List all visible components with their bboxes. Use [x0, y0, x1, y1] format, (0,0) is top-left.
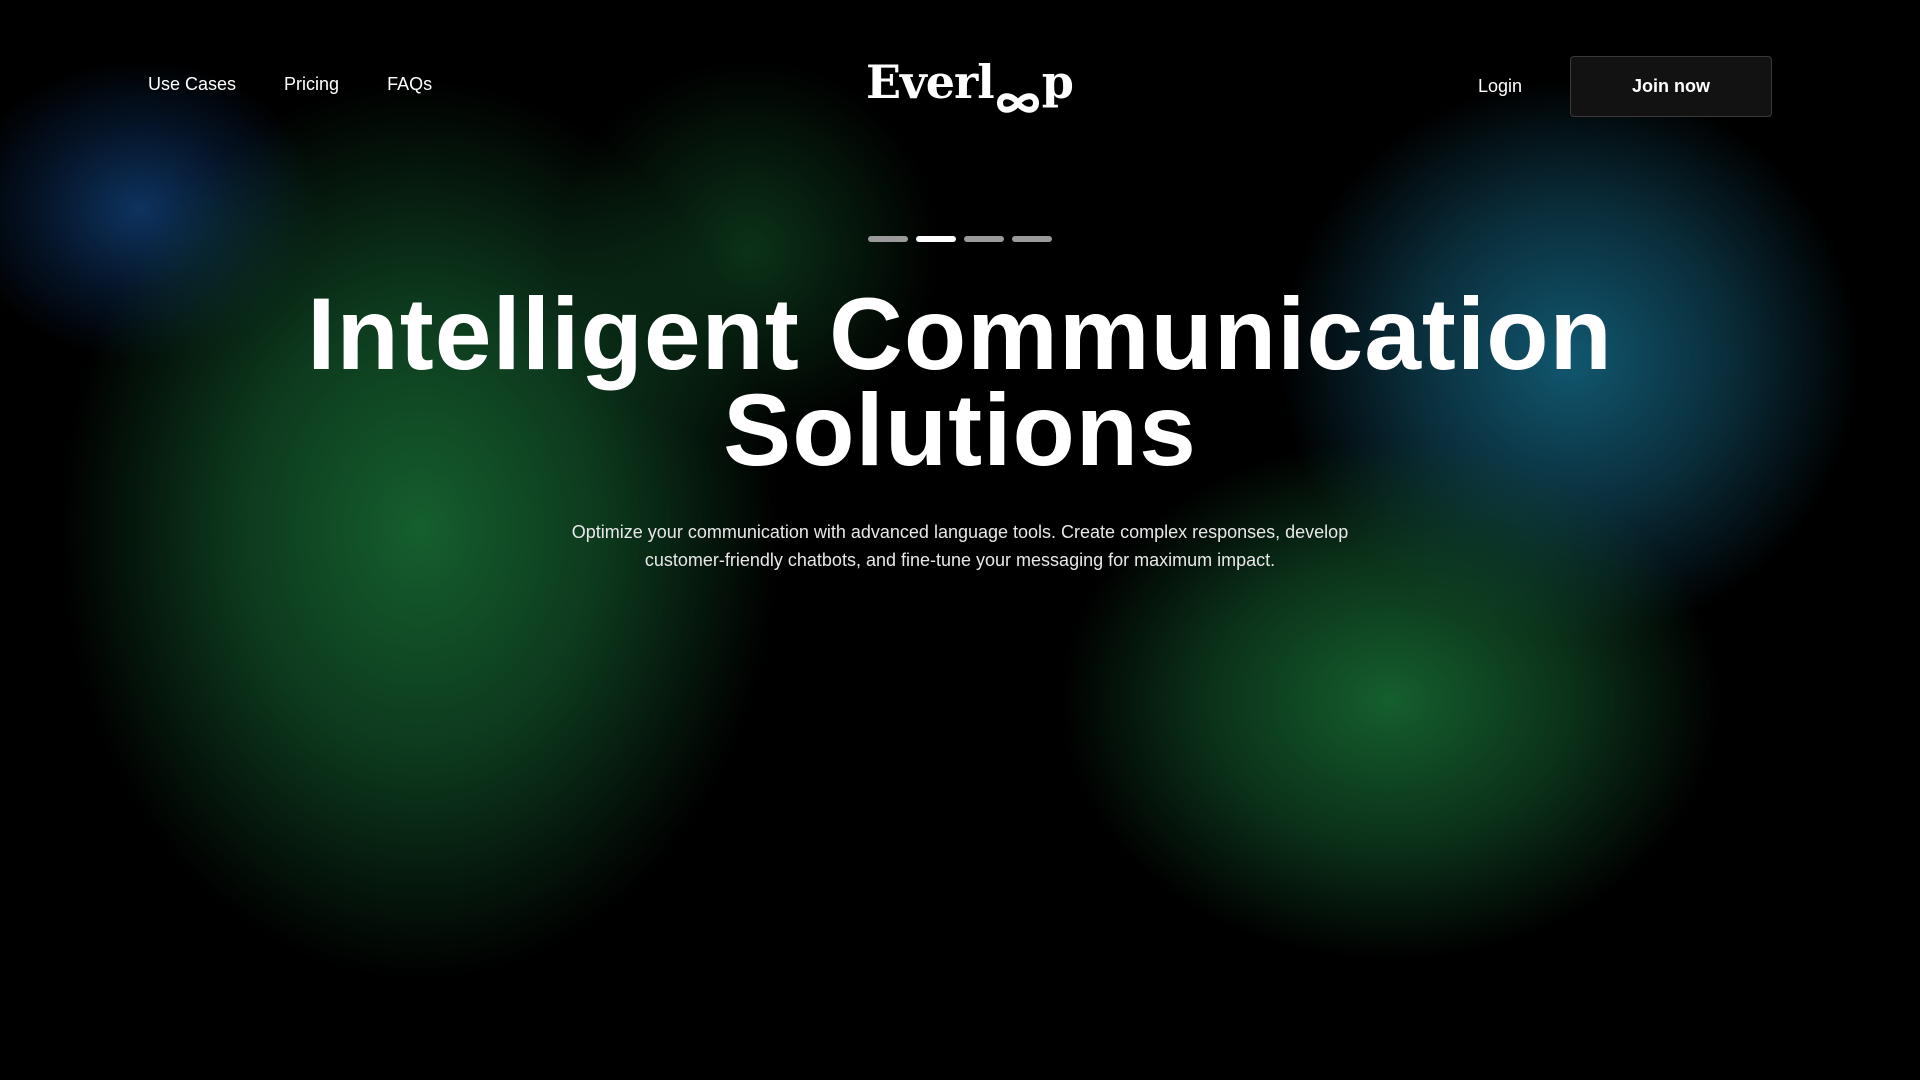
primary-nav: Use Cases Pricing FAQs	[148, 74, 432, 95]
slide-dot-4[interactable]	[1012, 236, 1052, 242]
slide-indicator	[0, 236, 1920, 242]
hero-subtitle: Optimize your communication with advance…	[571, 522, 1349, 570]
brand-logo[interactable]: Everl p	[866, 52, 1074, 113]
slide-dot-1[interactable]	[868, 236, 908, 242]
nav-link-faqs[interactable]: FAQs	[387, 74, 432, 95]
slide-dot-3[interactable]	[964, 236, 1004, 242]
login-link[interactable]: Login	[1478, 76, 1522, 97]
brand-name-start: Everl	[866, 55, 995, 109]
slide-dot-2[interactable]	[916, 236, 956, 242]
join-now-button[interactable]: Join now	[1570, 56, 1772, 117]
nav-link-pricing[interactable]: Pricing	[284, 74, 339, 95]
site-header: Use Cases Pricing FAQs Everl p Login Joi…	[0, 0, 1920, 172]
infinity-icon	[996, 73, 1040, 113]
hero-title-line-2: Solutions	[723, 373, 1197, 487]
nav-link-use-cases[interactable]: Use Cases	[148, 74, 236, 95]
hero-title: Intelligent Communication Solutions	[0, 283, 1920, 481]
account-actions: Login Join now	[1478, 56, 1772, 117]
brand-name-end: p	[1041, 55, 1074, 109]
hero-section: Intelligent Communication Solutions Opti…	[0, 236, 1920, 574]
